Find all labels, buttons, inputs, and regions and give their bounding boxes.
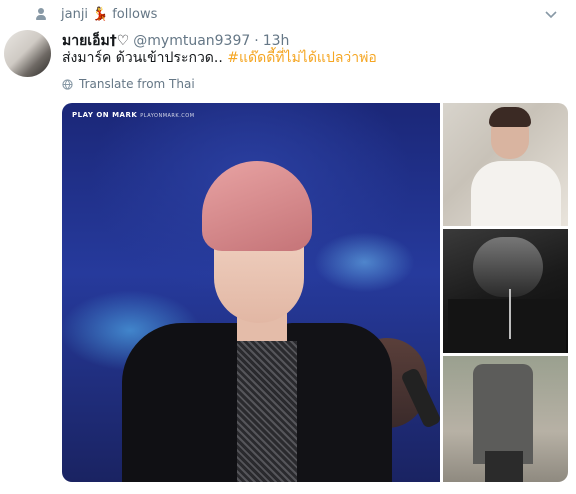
translate-button[interactable]: Translate from Thai — [62, 77, 195, 91]
tweet-body-text: ส่งมาร์ค ด้วนเข้าประกวด.. — [62, 50, 223, 66]
screen-name[interactable]: @mymtuan9397 — [133, 33, 250, 49]
tweet-options-chevron-icon[interactable] — [545, 10, 557, 20]
thumb-3-body — [473, 364, 533, 464]
media-photo-thumb-1[interactable] — [443, 103, 568, 226]
thumb-2-body — [448, 299, 566, 353]
tweet-text: ส่งมาร์ค ด้วนเข้าประกวด.. #แด๊ดดี้ที่ไม่… — [62, 48, 377, 68]
pink-hair-shape — [202, 161, 312, 251]
thumb-1-body — [471, 161, 561, 226]
mesh-shirt-shape — [237, 341, 297, 482]
media-photo-thumb-3[interactable] — [443, 356, 568, 482]
separator-dot: · — [254, 33, 259, 49]
avatar[interactable] — [4, 30, 51, 77]
timestamp[interactable]: 13h — [263, 33, 290, 49]
social-context-user[interactable]: janji — [61, 7, 88, 22]
media-photo-main[interactable]: PLAY ON MARK PLAYONMARK.COM — [62, 103, 440, 482]
social-context-action: follows — [112, 6, 158, 22]
thumb-3-legs — [485, 451, 523, 482]
person-icon — [35, 7, 47, 21]
photo-watermark: PLAY ON MARK PLAYONMARK.COM — [72, 111, 195, 119]
social-context: janji 💃 follows — [35, 6, 157, 22]
media-photo-thumb-2[interactable] — [443, 229, 568, 353]
hashtag-link[interactable]: #แด๊ดดี้ที่ไม่ได้แปลว่าพ่อ — [227, 50, 377, 66]
dancer-emoji: 💃 — [92, 6, 109, 22]
thumb-1-hair — [489, 107, 531, 127]
globe-icon — [62, 78, 73, 90]
thumb-2-face — [473, 237, 543, 297]
translate-label: Translate from Thai — [79, 77, 195, 91]
thumb-2-earphone-wire — [509, 289, 511, 339]
